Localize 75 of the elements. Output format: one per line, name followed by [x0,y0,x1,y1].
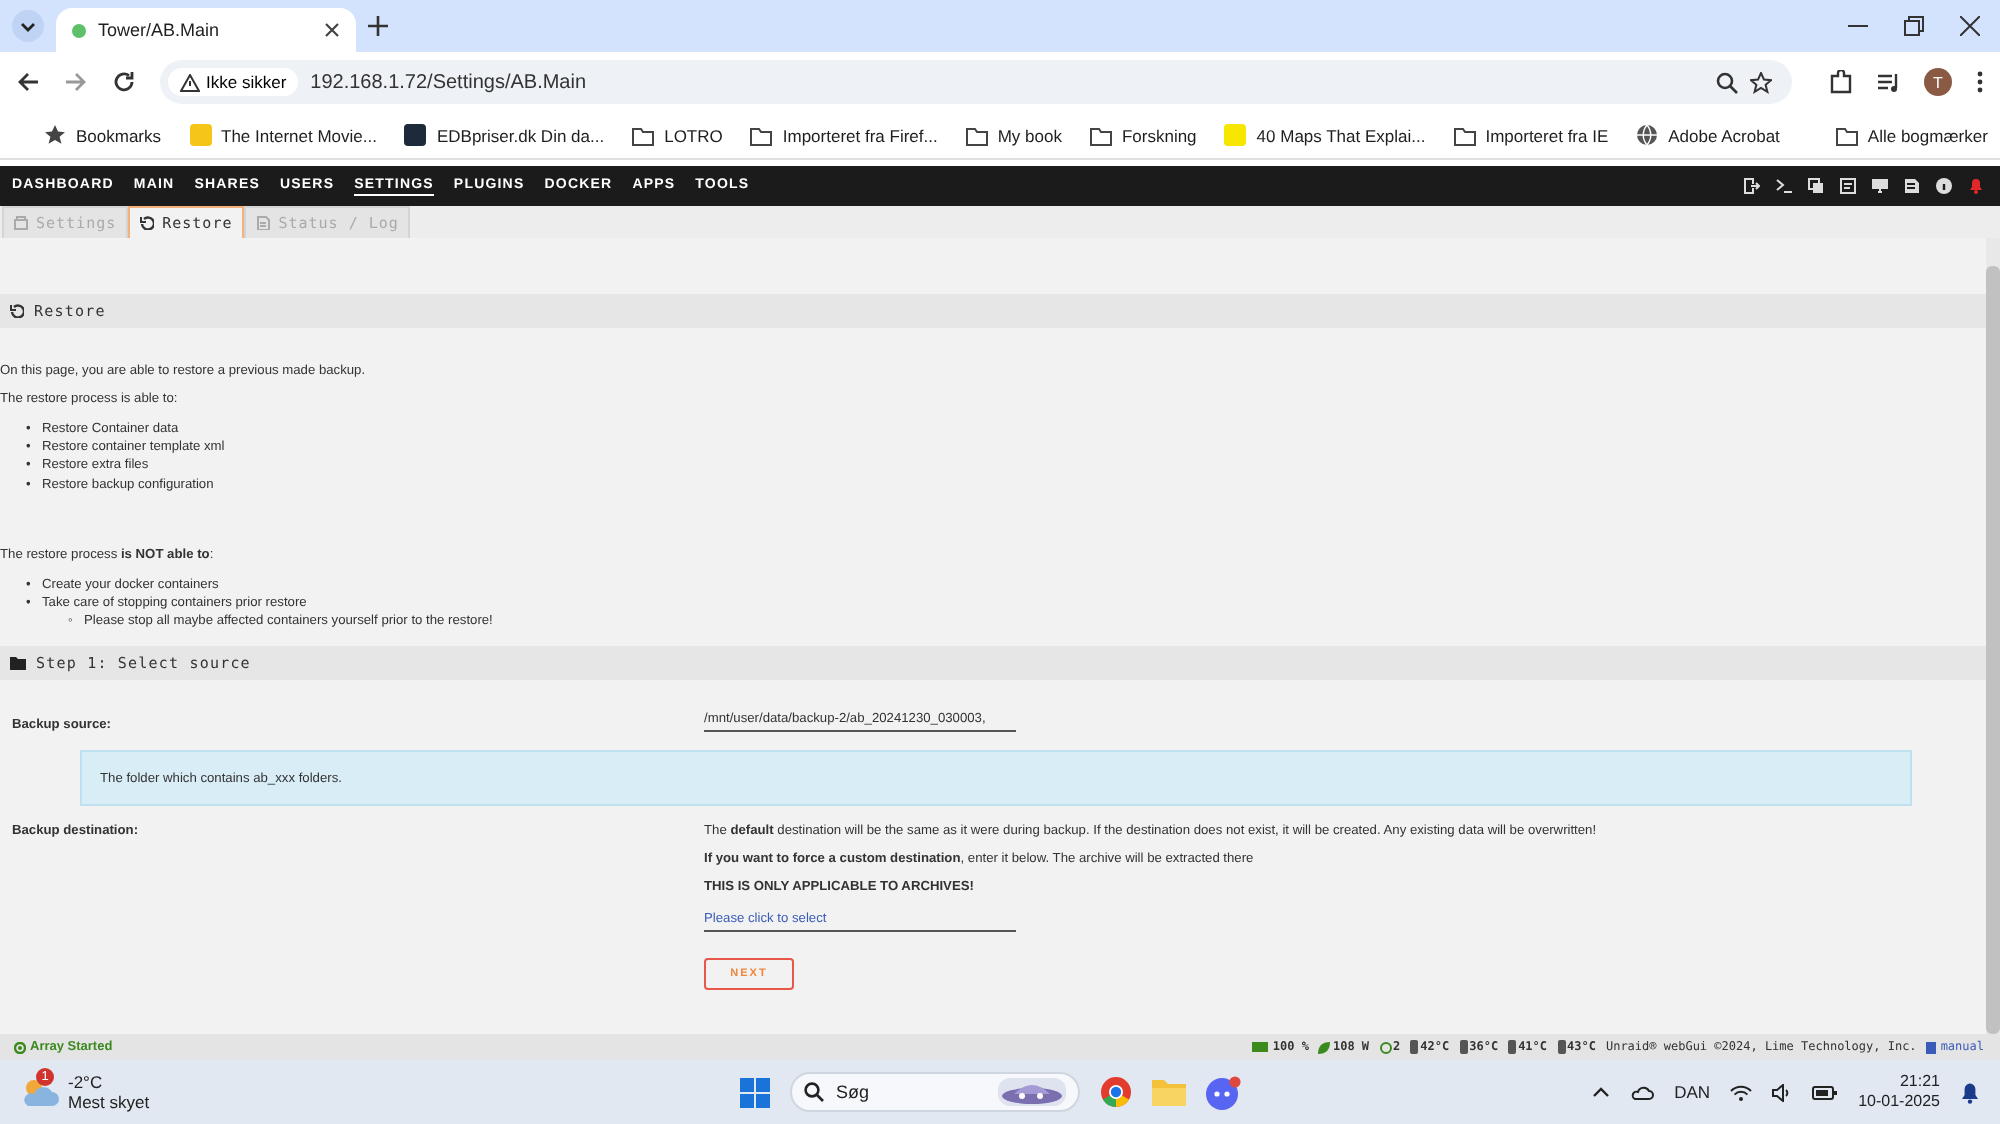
folder-icon [965,125,988,145]
language-indicator[interactable]: DAN [1674,1082,1711,1103]
browser-tab[interactable]: Tower/AB.Main [56,8,356,52]
restore-icon [140,216,155,230]
status-dot-icon [72,23,86,37]
log-icon [256,216,271,230]
star-icon[interactable] [1750,71,1772,93]
leaf-icon [1318,1041,1331,1054]
bookmark[interactable]: Alle bogmærker [1835,125,1988,145]
lock-icon [14,216,28,230]
speaker-icon[interactable] [1772,1083,1793,1102]
close-icon[interactable] [324,22,340,38]
media-icon[interactable] [1876,70,1900,94]
chat-app-icon[interactable] [1206,1075,1242,1110]
folder-icon [1089,125,1112,145]
plus-icon[interactable] [368,16,388,36]
caret-icon[interactable] [12,10,44,42]
back-icon[interactable] [16,70,40,94]
bookmark[interactable]: Adobe Acrobat [1636,124,1780,146]
bookmark[interactable]: The Internet Movie... [189,124,377,146]
restore-icon [10,304,24,318]
folder-icon [632,125,655,145]
book-icon [1926,1041,1937,1054]
clock-date[interactable]: 10-01-2025 [1858,1092,1940,1113]
bookmark[interactable]: LOTRO [632,125,723,145]
copy-icon[interactable] [1808,178,1824,194]
bookmark[interactable]: Bookmarks [44,124,162,146]
chrome-icon[interactable] [1100,1076,1132,1109]
battery-icon [1252,1042,1271,1053]
battery-icon[interactable] [1812,1085,1839,1100]
chevron-up-icon[interactable] [1592,1086,1611,1099]
bookmark[interactable]: Importeret fra Firef... [750,125,938,145]
reload-icon[interactable] [112,70,136,94]
monitor-icon[interactable] [1872,178,1888,194]
star-icon [44,124,66,146]
zoom-icon[interactable] [1716,71,1738,93]
cloud-icon[interactable] [1630,1084,1655,1101]
bell-icon[interactable] [1968,178,1984,194]
logout-icon[interactable] [1744,178,1760,194]
document-icon[interactable] [1840,178,1856,194]
address-bar[interactable]: Ikke sikker 192.168.1.72/Settings/AB.Main [160,60,1792,104]
search-text: Søg [836,1082,872,1103]
search-field[interactable]: Søg [790,1072,1080,1113]
bell-icon[interactable] [1960,1081,1980,1104]
folder-icon [10,656,26,671]
windows-icon[interactable] [740,1077,770,1108]
profile-avatar[interactable]: T [1924,68,1952,96]
scrollbar[interactable] [1986,238,2000,1035]
security-chip[interactable]: Ikke sikker [168,68,299,96]
warning-icon [180,73,200,91]
search-icon [804,1082,824,1103]
forward-icon[interactable] [64,70,88,94]
restore-icon[interactable] [1904,16,1924,36]
bookmark[interactable]: My book [965,125,1062,145]
weather-icon[interactable] [20,1076,60,1109]
temperature-text: -2°C [68,1072,105,1093]
menu-icon[interactable] [1976,70,1984,94]
help-icon[interactable] [1936,178,1952,194]
bookmark[interactable]: EDBpriser.dk Din da... [404,124,605,146]
bookmark[interactable]: Forskning [1089,125,1197,145]
folder-icon [1835,125,1858,145]
globe-icon [1636,124,1659,146]
clock-time[interactable]: 21:21 [1899,1072,1940,1093]
url-text: 192.168.1.72/Settings/AB.Main [310,71,589,93]
bookmark[interactable]: 40 Maps That Explai... [1224,124,1426,146]
folder-icon [750,125,773,145]
extension-icon[interactable] [1828,70,1852,94]
close-icon[interactable] [1960,16,1980,36]
status-dot-icon [14,1041,26,1054]
weather-text: Mest skyet [68,1092,150,1113]
folder-icon [1453,125,1476,145]
bookmark[interactable]: Importeret fra IE [1453,125,1609,145]
terminal-icon[interactable] [1776,178,1792,194]
wifi-icon[interactable] [1730,1083,1753,1102]
notes-icon[interactable] [1904,178,1920,194]
